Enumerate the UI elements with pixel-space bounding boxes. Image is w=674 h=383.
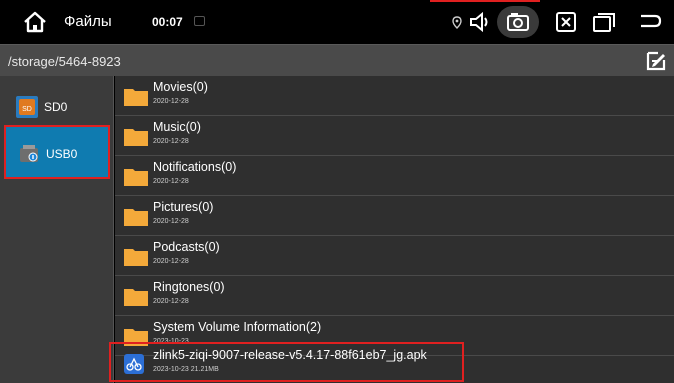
sd-card-icon: SD bbox=[16, 96, 38, 118]
status-bar: Файлы 00:07 bbox=[0, 0, 674, 44]
edit-icon[interactable] bbox=[644, 49, 668, 73]
apk-list-item[interactable]: zlink5-ziqi-9007-release-v5.4.17-88f61eb… bbox=[109, 342, 464, 382]
close-window-icon[interactable] bbox=[553, 10, 579, 34]
sidebar-item-label: SD0 bbox=[44, 100, 68, 114]
file-name: Podcasts(0) bbox=[153, 240, 220, 254]
folder-icon bbox=[123, 85, 149, 107]
svg-text:SD: SD bbox=[22, 106, 32, 113]
sidebar-item-label: USB0 bbox=[46, 147, 78, 161]
list-item[interactable]: Podcasts(0) 2020-12-28 bbox=[115, 236, 674, 276]
folder-icon bbox=[123, 125, 149, 147]
list-item[interactable]: Pictures(0) 2020-12-28 bbox=[115, 196, 674, 236]
list-item[interactable]: Notifications(0) 2020-12-28 bbox=[115, 156, 674, 196]
file-name: Ringtones(0) bbox=[153, 280, 225, 294]
volume-icon[interactable] bbox=[468, 10, 494, 34]
folder-icon bbox=[123, 205, 149, 227]
folder-icon bbox=[123, 285, 149, 307]
file-date: 2020-12-28 bbox=[153, 258, 189, 265]
file-date: 2020-12-28 bbox=[153, 218, 189, 225]
screenshot-icon bbox=[505, 10, 531, 34]
file-name: Pictures(0) bbox=[153, 200, 214, 214]
file-date: 2020-12-28 bbox=[153, 138, 189, 145]
list-item[interactable]: Music(0) 2020-12-28 bbox=[115, 116, 674, 156]
app-title: Файлы bbox=[64, 13, 112, 30]
file-list: Movies(0) 2020-12-28 Music(0) 2020-12-28… bbox=[109, 76, 674, 383]
recent-apps-icon[interactable] bbox=[591, 10, 617, 34]
list-item[interactable]: Ringtones(0) 2020-12-28 bbox=[115, 276, 674, 316]
file-date: 2020-12-28 bbox=[153, 98, 189, 105]
clock: 00:07 bbox=[152, 15, 183, 29]
usb-drive-icon bbox=[18, 143, 40, 165]
annotation-mark bbox=[430, 0, 540, 2]
file-date: 2020-12-28 bbox=[153, 298, 189, 305]
file-date-size: 2023-10-23 21.21MB bbox=[153, 366, 219, 373]
current-path: /storage/5464-8923 bbox=[8, 54, 121, 69]
file-date: 2020-12-28 bbox=[153, 178, 189, 185]
file-name: Notifications(0) bbox=[153, 160, 237, 174]
path-bar: /storage/5464-8923 bbox=[0, 44, 674, 76]
back-icon[interactable] bbox=[637, 10, 663, 34]
storage-sidebar: SD SD0 USB0 bbox=[0, 76, 114, 383]
home-icon[interactable] bbox=[22, 10, 48, 34]
folder-icon bbox=[123, 245, 149, 267]
gallery-icon bbox=[194, 16, 205, 26]
file-name: zlink5-ziqi-9007-release-v5.4.17-88f61eb… bbox=[153, 348, 427, 362]
location-icon bbox=[450, 10, 464, 34]
file-name: System Volume Information(2) bbox=[153, 320, 322, 334]
screenshot-button[interactable] bbox=[497, 6, 539, 38]
file-name: Music(0) bbox=[153, 120, 201, 134]
list-item[interactable]: Movies(0) 2020-12-28 bbox=[115, 76, 674, 116]
sidebar-item-usb0[interactable]: USB0 bbox=[4, 125, 110, 179]
apk-icon bbox=[121, 353, 147, 375]
folder-icon bbox=[123, 165, 149, 187]
file-name: Movies(0) bbox=[153, 80, 208, 94]
